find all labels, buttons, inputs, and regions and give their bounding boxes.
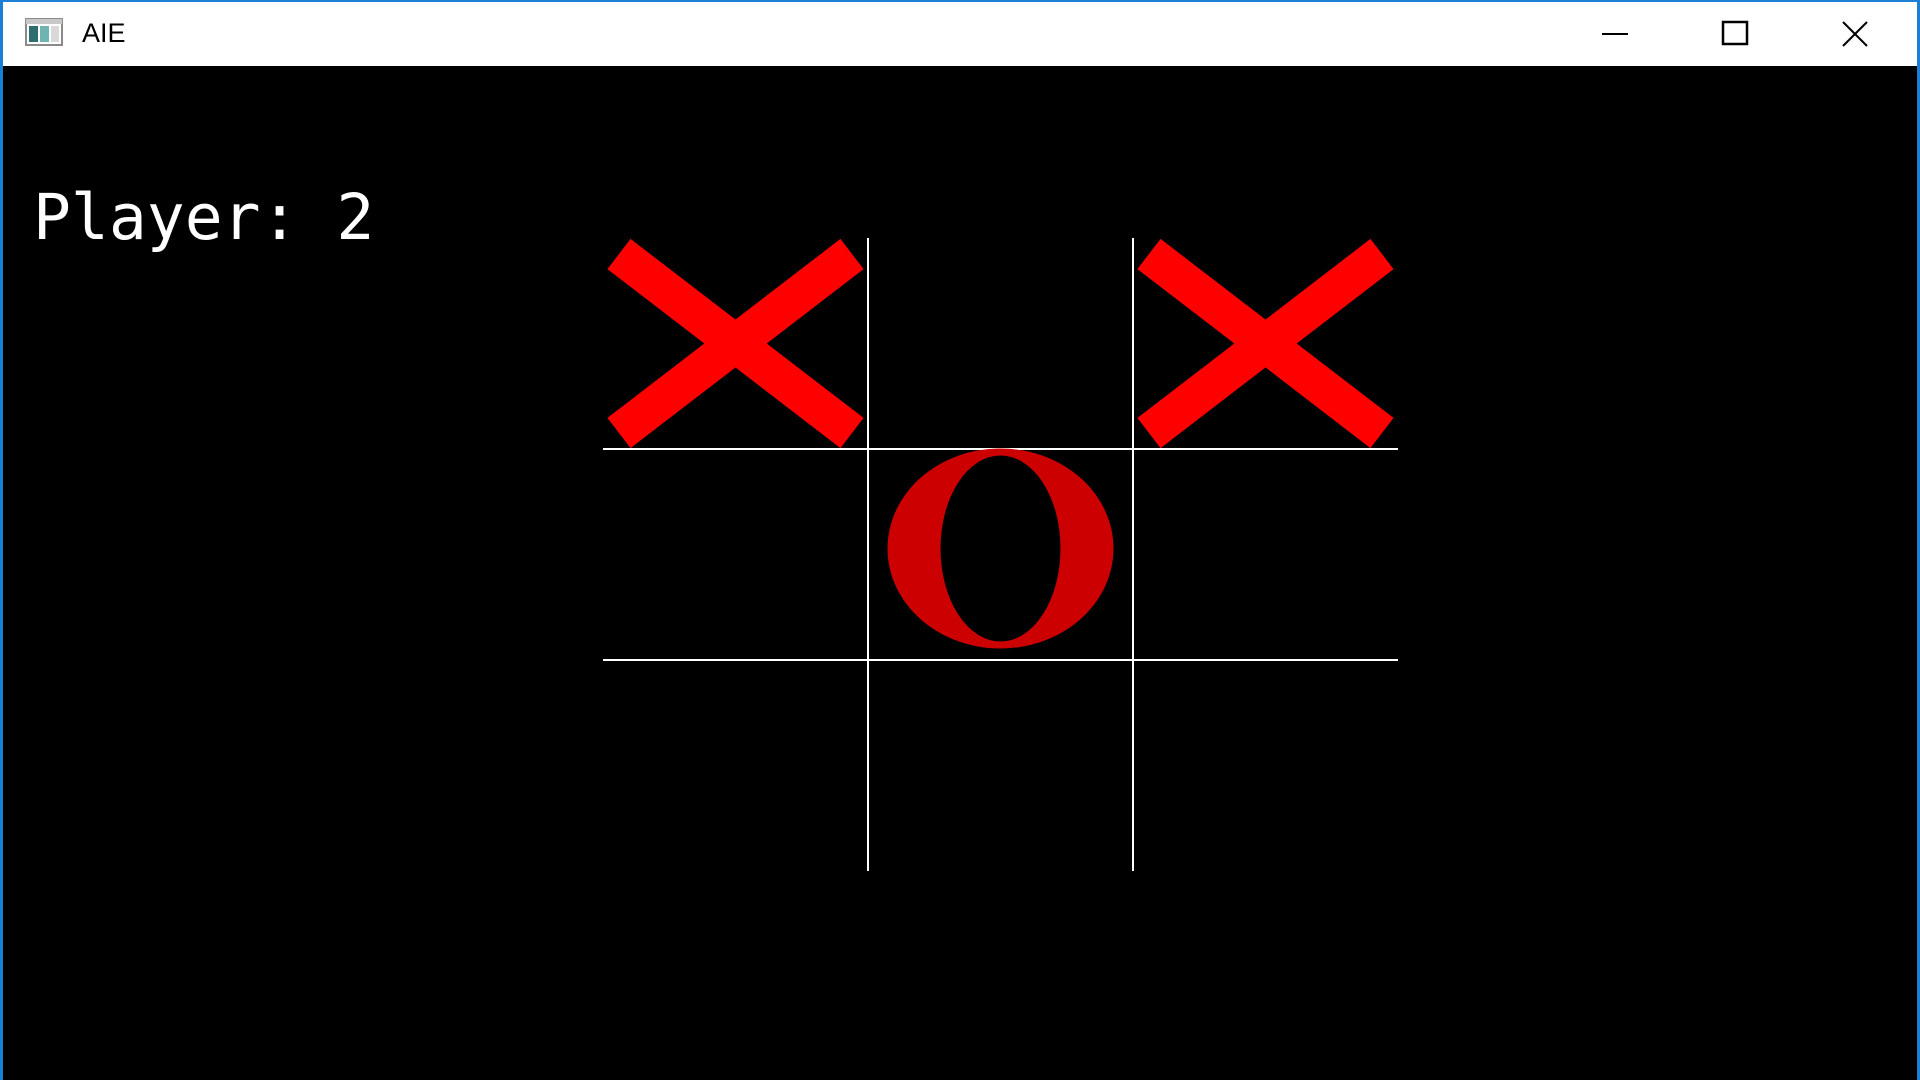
close-icon <box>1842 21 1868 47</box>
board-cell[interactable] <box>1133 238 1398 449</box>
game-canvas[interactable]: Player: 2 <box>3 66 1917 1080</box>
game-window: AIE Player: 2 <box>0 0 1920 1080</box>
maximize-button[interactable] <box>1675 2 1795 66</box>
app-window-icon <box>25 18 63 46</box>
board-cell[interactable] <box>868 449 1133 660</box>
title-bar[interactable]: AIE <box>3 2 1917 66</box>
board-cell[interactable] <box>603 449 868 660</box>
tic-tac-toe-board[interactable] <box>3 66 1917 1080</box>
board-cell[interactable] <box>1133 449 1398 660</box>
close-button[interactable] <box>1795 2 1915 66</box>
window-title: AIE <box>82 18 126 48</box>
board-cell[interactable] <box>868 660 1133 871</box>
board-cell[interactable] <box>603 238 868 449</box>
board-cell[interactable] <box>603 660 868 871</box>
minimize-icon <box>1602 33 1628 35</box>
board-cell[interactable] <box>1133 660 1398 871</box>
maximize-icon <box>1721 20 1749 46</box>
minimize-button[interactable] <box>1555 2 1675 66</box>
board-cells[interactable] <box>603 238 1398 871</box>
board-cell[interactable] <box>868 238 1133 449</box>
